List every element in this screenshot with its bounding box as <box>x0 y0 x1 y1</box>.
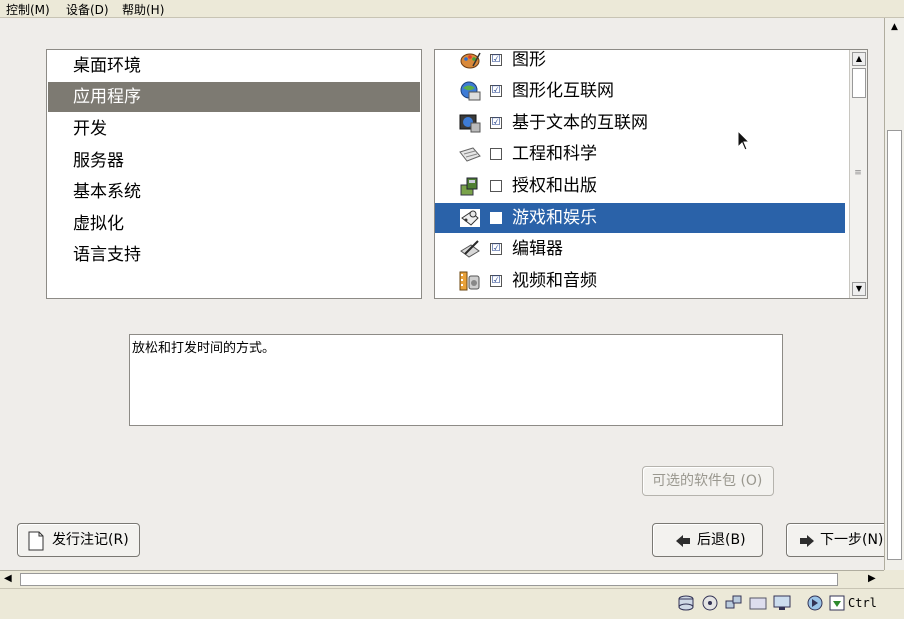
package-group-list: ☑ 图形 ☑ 图形化互联网 ☑ 基于文本的互联网 工程和科学 授权和出版 游戏和… <box>434 49 868 299</box>
engineering-science-icon <box>459 144 481 164</box>
menu-control[interactable]: 控制(M) <box>6 1 50 18</box>
release-notes-button[interactable]: 发行注记(R) <box>17 523 140 557</box>
package-item[interactable]: ☑ 编辑器 <box>435 234 845 264</box>
text-internet-icon <box>459 113 481 133</box>
scroll-thumb[interactable] <box>887 130 902 560</box>
games-entertainment-icon <box>459 208 481 228</box>
package-label: 工程和科学 <box>512 144 597 164</box>
scroll-left-arrow-icon[interactable]: ◀ <box>4 573 12 584</box>
document-icon <box>28 531 44 555</box>
network-icon[interactable] <box>725 595 743 615</box>
category-language-support[interactable]: 语言支持 <box>48 240 420 270</box>
hard-disk-icon[interactable] <box>677 595 695 615</box>
menu-help[interactable]: 帮助(H) <box>122 1 164 18</box>
package-label: 图形 <box>512 50 546 70</box>
host-key-label: Ctrl <box>848 596 877 610</box>
package-checkbox[interactable] <box>490 180 502 192</box>
category-applications[interactable]: 应用程序 <box>48 82 420 112</box>
editors-icon <box>459 239 481 259</box>
scroll-up-arrow-icon[interactable]: ▲ <box>852 52 866 66</box>
cd-drive-icon[interactable] <box>701 595 719 615</box>
shared-folder-icon[interactable] <box>749 595 767 615</box>
sound-video-icon <box>459 271 481 291</box>
package-item-selected[interactable]: 游戏和娱乐 <box>435 203 845 233</box>
category-development[interactable]: 开发 <box>48 114 420 144</box>
package-item[interactable]: 工程和科学 <box>435 139 845 169</box>
host-key-arrow-icon[interactable] <box>829 595 845 615</box>
scroll-grip-icon: ≡ <box>854 168 862 178</box>
package-checkbox[interactable]: ☑ <box>490 54 502 66</box>
window-vertical-scrollbar[interactable]: ▲ <box>884 18 904 570</box>
package-item[interactable]: ☑ 图形 <box>435 50 845 75</box>
scroll-up-arrow-icon[interactable]: ▲ <box>888 20 901 34</box>
package-label: 视频和音频 <box>512 271 597 291</box>
package-checkbox[interactable] <box>490 212 502 224</box>
scroll-down-arrow-icon[interactable]: ▼ <box>852 282 866 296</box>
package-label: 授权和出版 <box>512 176 597 196</box>
package-checkbox[interactable]: ☑ <box>490 275 502 287</box>
package-label: 游戏和娱乐 <box>512 208 597 228</box>
display-icon[interactable] <box>773 595 791 615</box>
scroll-right-arrow-icon[interactable]: ▶ <box>868 573 876 584</box>
authoring-publishing-icon <box>459 176 481 196</box>
forward-arrow-icon <box>799 534 815 552</box>
package-list-scrollbar[interactable]: ▲ ≡ ▼ <box>849 50 867 298</box>
category-servers[interactable]: 服务器 <box>48 146 420 176</box>
graphical-internet-icon <box>459 81 481 101</box>
category-virtualization[interactable]: 虚拟化 <box>48 209 420 239</box>
category-list: 桌面环境 应用程序 开发 服务器 基本系统 虚拟化 语言支持 <box>46 49 422 299</box>
package-item[interactable]: 授权和出版 <box>435 171 845 201</box>
package-item[interactable]: ☑ 图形化互联网 <box>435 76 845 106</box>
description-text: 放松和打发时间的方式。 <box>132 341 276 356</box>
package-label: 编辑器 <box>512 239 563 259</box>
next-button[interactable]: 下一步(N) <box>786 523 886 557</box>
description-box: 放松和打发时间的方式。 <box>129 334 783 426</box>
window-horizontal-scrollbar[interactable]: ◀ ▶ <box>0 570 884 589</box>
scroll-thumb[interactable] <box>20 573 838 586</box>
optional-packages-button[interactable]: 可选的软件包 (O) <box>642 466 774 496</box>
host-menubar: 控制(M) 设备(D) 帮助(H) <box>0 0 904 18</box>
installer-screen: 桌面环境 应用程序 开发 服务器 基本系统 虚拟化 语言支持 ☑ 图形 ☑ 图形… <box>0 18 886 570</box>
back-button[interactable]: 后退(B) <box>652 523 763 557</box>
scroll-thumb[interactable] <box>852 68 866 98</box>
package-label: 基于文本的互联网 <box>512 113 648 133</box>
graphics-palette-icon <box>459 50 481 70</box>
back-arrow-icon <box>675 534 691 552</box>
mouse-cursor-icon <box>737 129 751 156</box>
category-desktop-environment[interactable]: 桌面环境 <box>48 51 420 81</box>
package-checkbox[interactable]: ☑ <box>490 243 502 255</box>
package-checkbox[interactable]: ☑ <box>490 117 502 129</box>
host-statusbar: Ctrl <box>0 588 904 619</box>
category-base-system[interactable]: 基本系统 <box>48 177 420 207</box>
menu-devices[interactable]: 设备(D) <box>66 1 109 18</box>
package-checkbox[interactable] <box>490 148 502 160</box>
package-item[interactable]: ☑ 基于文本的互联网 <box>435 108 845 138</box>
package-checkbox[interactable]: ☑ <box>490 85 502 97</box>
package-label: 图形化互联网 <box>512 81 614 101</box>
package-item[interactable]: ☑ 视频和音频 <box>435 266 845 296</box>
mouse-integration-icon[interactable] <box>806 595 824 615</box>
